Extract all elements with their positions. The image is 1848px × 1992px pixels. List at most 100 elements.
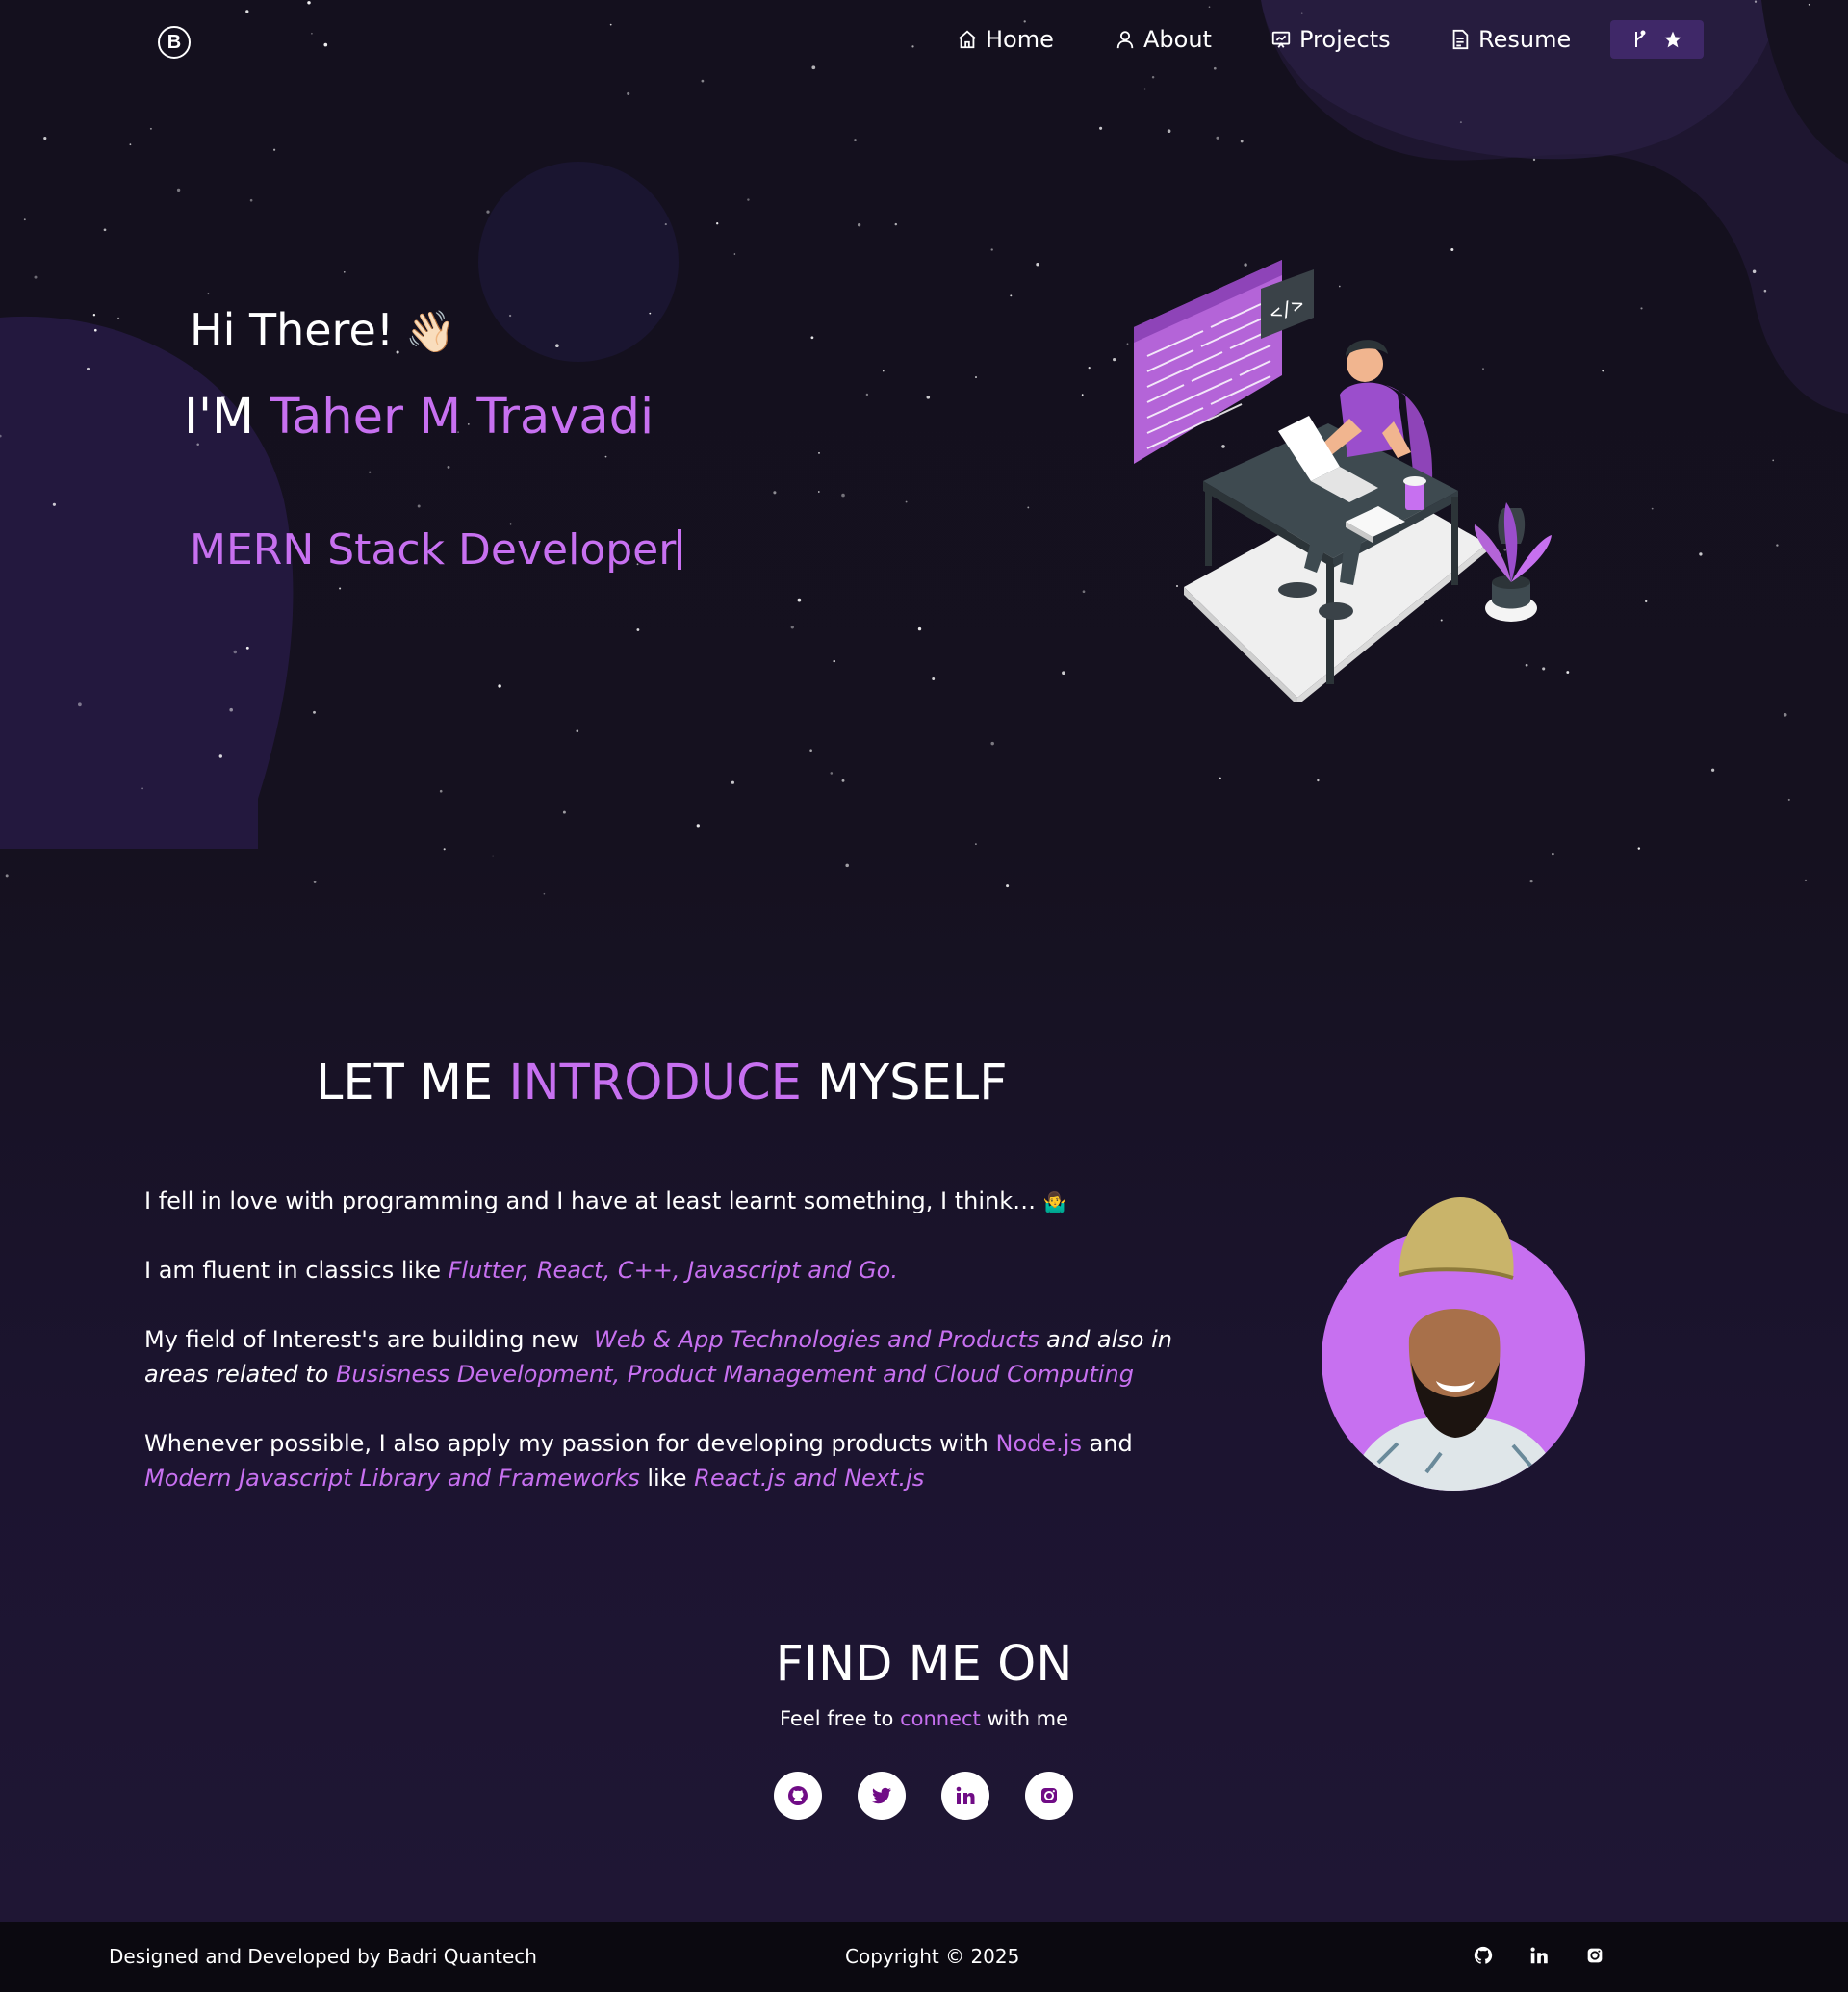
star-dot — [245, 10, 249, 13]
star-dot — [1640, 307, 1643, 310]
about-p2-highlight: Flutter, React, C++, Javascript and Go. — [448, 1257, 898, 1284]
star-dot — [857, 223, 861, 227]
github-icon[interactable] — [1473, 1945, 1494, 1966]
nav-resume-label: Resume — [1478, 26, 1572, 53]
star-dot — [894, 222, 898, 226]
fork-icon — [1634, 30, 1645, 47]
star-dot — [627, 91, 630, 95]
star-dot — [5, 874, 9, 878]
star-dot — [52, 502, 56, 506]
star-dot — [1113, 357, 1116, 362]
find-me-heading: FIND ME ON — [775, 1636, 1073, 1693]
footer: Designed and Developed by Badri Quantech… — [0, 1922, 1848, 1992]
star-dot — [1602, 369, 1604, 372]
find-me-subtitle: Feel free to connect with me — [0, 1707, 1848, 1730]
star-dot — [664, 223, 667, 226]
nav-about[interactable]: About — [1115, 23, 1212, 56]
star-dot — [229, 707, 233, 712]
brand-logo[interactable]: B — [158, 26, 191, 59]
star-dot — [543, 892, 546, 895]
star-dot — [854, 139, 857, 141]
star-dot — [313, 710, 316, 714]
nav-resume[interactable]: Resume — [1450, 23, 1571, 56]
star-dot — [562, 810, 566, 814]
star-dot — [773, 491, 777, 495]
star-dot — [604, 455, 607, 458]
hero-intro-prefix: I'M — [184, 389, 270, 446]
hero-name: Taher M Travadi — [270, 389, 654, 446]
developer-illustration: </> — [1134, 260, 1552, 702]
github-social-button[interactable] — [774, 1772, 822, 1820]
linkedin-social-button[interactable] — [941, 1772, 989, 1820]
star-icon — [1664, 31, 1681, 48]
star-dot — [1783, 712, 1787, 717]
star-dot — [218, 754, 222, 758]
star-dot — [1804, 879, 1808, 881]
star-dot — [636, 628, 640, 631]
star-dot — [1081, 394, 1084, 396]
star-dot — [245, 646, 249, 650]
star-dot — [810, 336, 814, 340]
connect-link[interactable]: connect — [900, 1707, 981, 1730]
star-dot — [975, 376, 977, 378]
star-dot — [369, 471, 372, 473]
footer-copyright: Copyright © 2025 — [845, 1945, 1020, 1968]
star-dot — [1459, 121, 1462, 124]
star-dot — [508, 314, 512, 318]
typewriter-cursor — [678, 529, 682, 570]
star-dot — [830, 772, 834, 775]
star-dot — [649, 312, 652, 315]
resume-icon — [1452, 29, 1469, 50]
star-dot — [1010, 294, 1013, 297]
instagram-icon — [1041, 1788, 1057, 1803]
star-dot — [249, 198, 253, 202]
star-dot — [747, 198, 750, 201]
about-p4-highlight-1: Node.js — [995, 1430, 1082, 1457]
about-p3-highlight-2: Busisness Development, Product Managemen… — [335, 1361, 1134, 1388]
instagram-social-button[interactable] — [1025, 1772, 1073, 1820]
nav-home[interactable]: Home — [957, 23, 1054, 56]
star-dot — [1213, 66, 1217, 70]
star-dot — [790, 626, 794, 629]
nav-projects[interactable]: Projects — [1270, 23, 1391, 56]
star-dot — [917, 626, 922, 631]
star-dot — [323, 42, 328, 47]
star-dot — [492, 855, 494, 857]
star-dot — [1099, 126, 1103, 130]
about-heading-part1: LET ME — [316, 1055, 509, 1111]
star-dot — [447, 465, 450, 469]
star-dot — [0, 434, 2, 438]
about-p4-text: Whenever possible, I also apply my passi… — [144, 1430, 996, 1457]
star-dot — [733, 253, 736, 255]
star-dot — [797, 598, 802, 602]
github-star-button[interactable] — [1610, 20, 1704, 59]
about-p3-highlight-1: Web & App Technologies and Products — [594, 1326, 1040, 1353]
star-dot — [1752, 269, 1757, 274]
about-paragraph-1: I fell in love with programming and I ha… — [144, 1184, 1203, 1219]
star-dot — [1208, 6, 1211, 9]
hero-intro: I'M Taher M Travadi — [184, 389, 654, 446]
instagram-icon[interactable] — [1584, 1945, 1605, 1966]
star-dot — [1637, 847, 1641, 850]
twitter-social-button[interactable] — [858, 1772, 906, 1820]
about-p4-like: like — [639, 1465, 695, 1492]
shrug-emoji: 🤷‍♂️ — [1042, 1190, 1067, 1213]
nav-about-label: About — [1143, 26, 1212, 53]
projects-icon — [1271, 31, 1291, 48]
linkedin-icon[interactable] — [1528, 1945, 1550, 1966]
star-dot — [1699, 552, 1703, 556]
about-p4-and: and — [1081, 1430, 1141, 1457]
star-dot — [1776, 544, 1779, 547]
star-dot — [1082, 590, 1086, 594]
star-dot — [555, 344, 559, 348]
star-dot — [273, 148, 276, 151]
star-dot — [1532, 158, 1536, 162]
star-dot — [1645, 600, 1648, 603]
star-dot — [176, 188, 181, 192]
about-paragraph-3: My field of Interest's are building new … — [144, 1322, 1203, 1392]
star-dot — [1763, 289, 1767, 293]
home-icon — [959, 30, 976, 49]
star-dot — [117, 317, 120, 319]
star-dot — [149, 127, 152, 130]
hero-greeting: Hi There! 👋🏻 — [190, 304, 456, 356]
